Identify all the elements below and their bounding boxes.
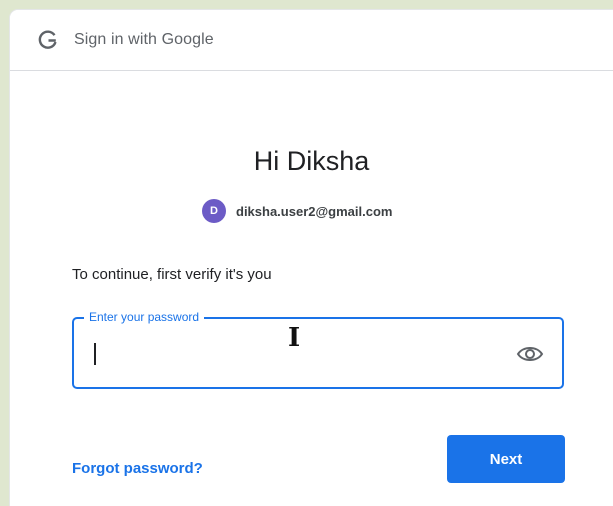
avatar: D <box>202 199 226 223</box>
greeting-heading: Hi Diksha <box>253 146 370 176</box>
dialog-header: Sign in with Google <box>10 10 613 71</box>
verify-instruction: To continue, first verify it's you <box>72 266 272 283</box>
show-password-toggle[interactable] <box>516 344 544 364</box>
eye-icon <box>516 347 544 361</box>
sign-in-dialog: Sign in with Google Hi Diksha D diksha.u… <box>10 10 613 506</box>
password-input[interactable]: Enter your password I <box>72 310 564 389</box>
forgot-password-link[interactable]: Forgot password? <box>72 460 203 477</box>
google-g-icon <box>38 29 58 51</box>
account-email: diksha.user2@gmail.com <box>236 203 393 219</box>
password-label: Enter your password <box>84 310 205 324</box>
account-chip[interactable]: D diksha.user2@gmail.com <box>202 198 392 224</box>
header-title: Sign in with Google <box>74 31 214 48</box>
ibeam-cursor-icon: I <box>288 323 301 353</box>
next-button[interactable]: Next <box>447 435 565 483</box>
text-caret <box>94 343 96 365</box>
